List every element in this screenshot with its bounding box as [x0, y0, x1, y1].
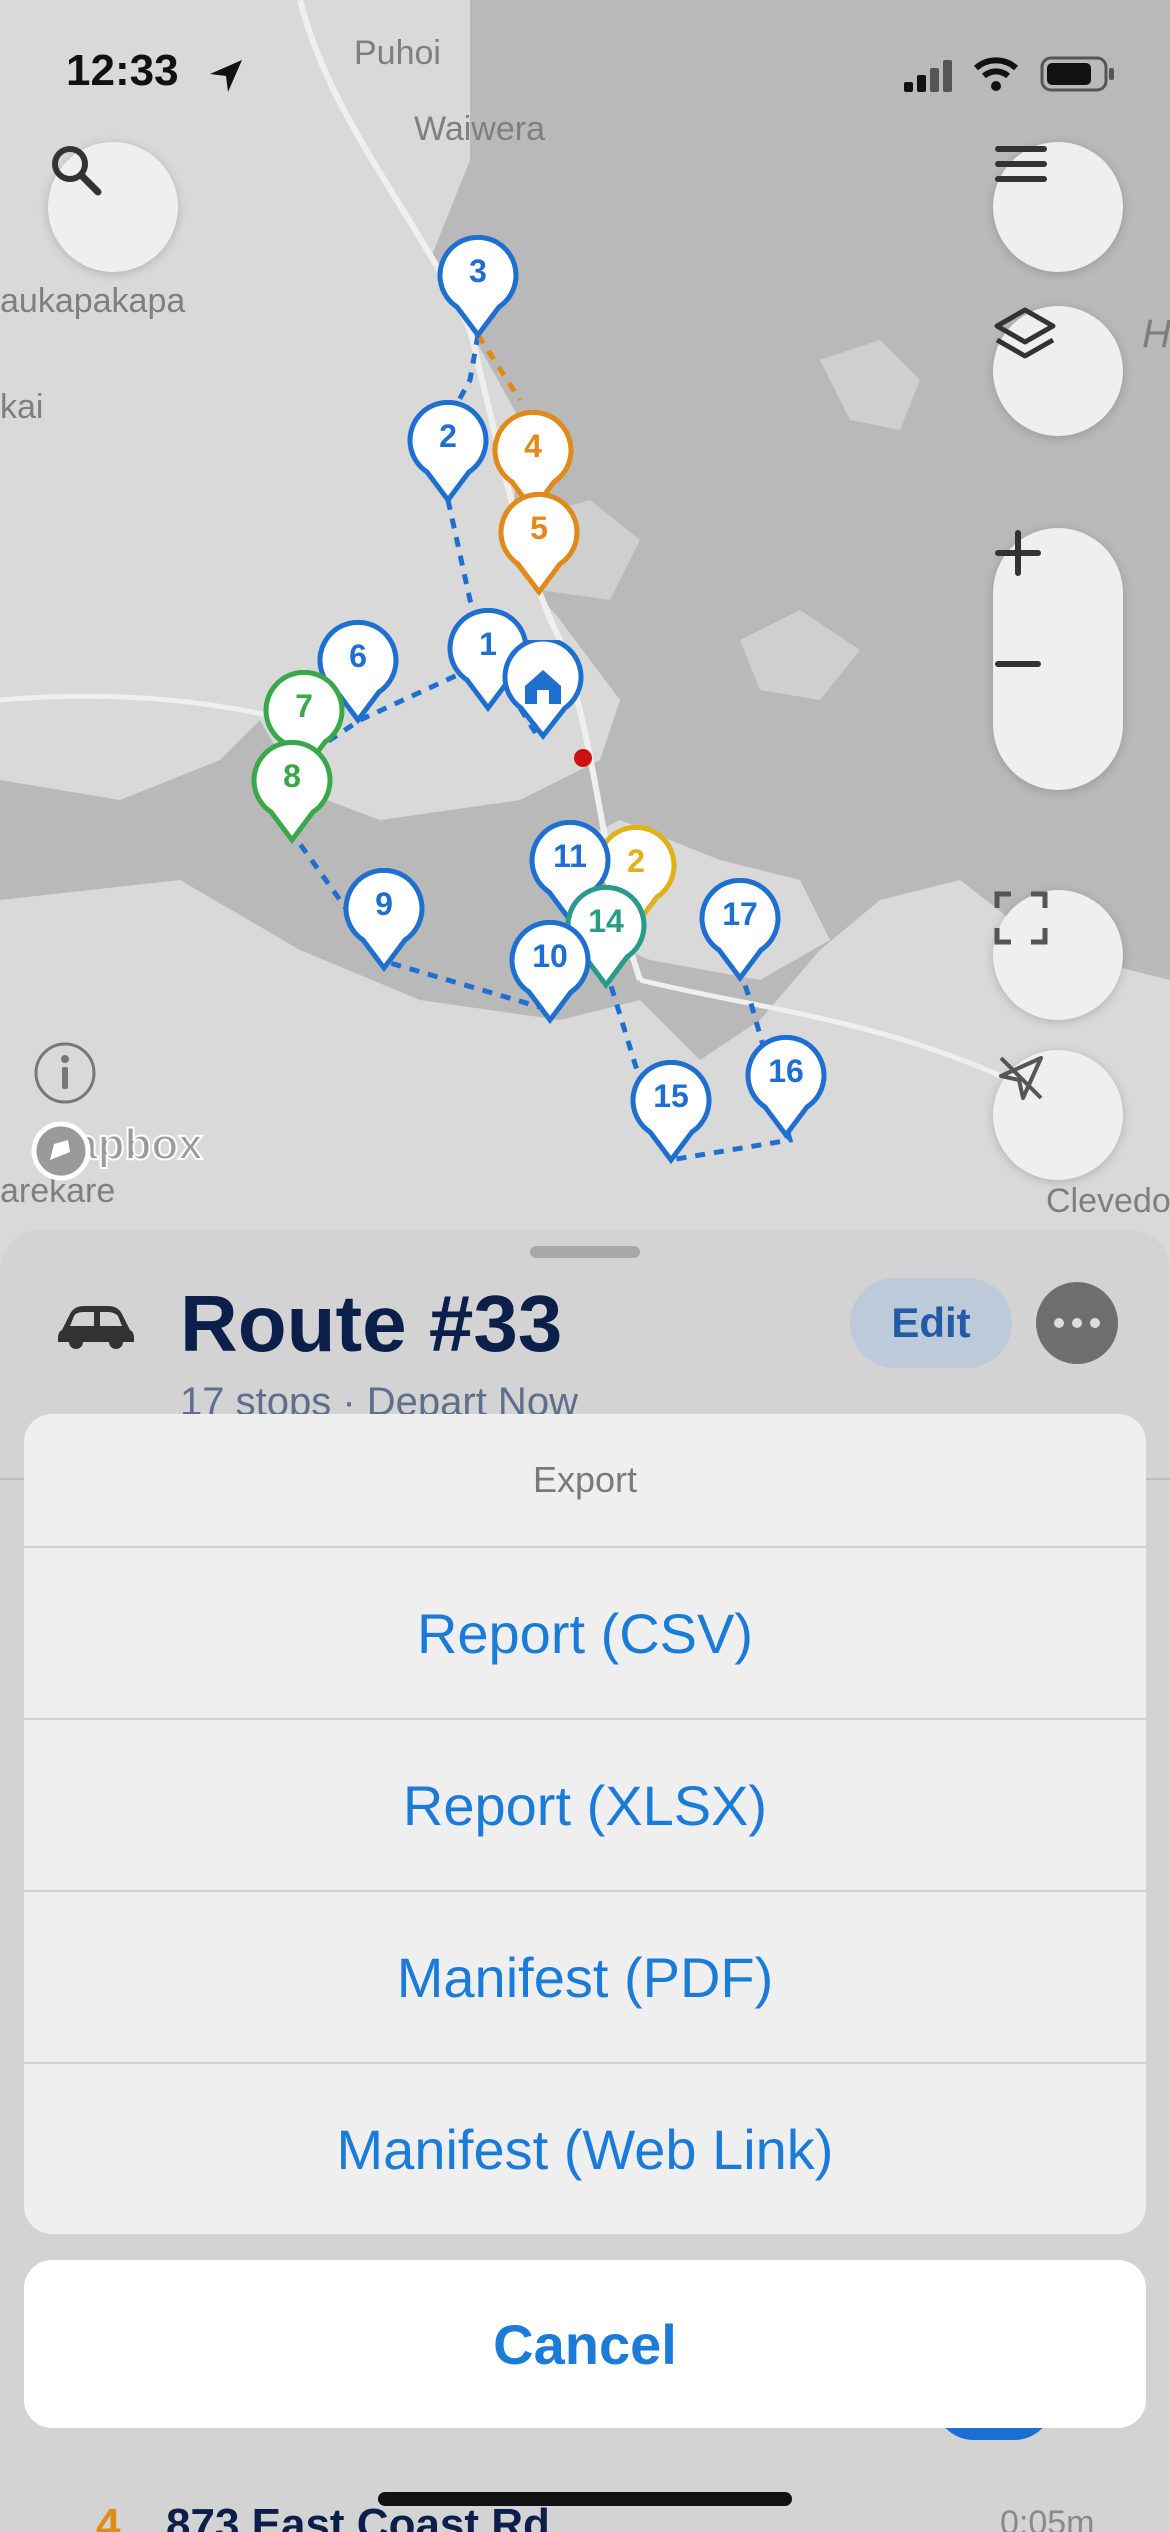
route-title: Route #33: [180, 1279, 563, 1368]
mapbox-logo-icon: [31, 1121, 91, 1181]
map-place-label: Waiwera: [414, 110, 545, 148]
cancel-button[interactable]: Cancel: [24, 2260, 1146, 2428]
action-sheet-title: Export: [532, 1459, 638, 1500]
home-marker[interactable]: [501, 640, 585, 740]
mapbox-logo: mapbox: [30, 1119, 204, 1181]
map-place-label: Puhoi: [354, 34, 441, 72]
marker-label: 3: [469, 253, 487, 289]
map-place-label: H: [1142, 312, 1170, 356]
home-indicator: [378, 2492, 792, 2506]
fullscreen-icon: [994, 891, 1048, 945]
map-place-label: Clevedo: [1046, 1182, 1170, 1220]
route-stop-marker[interactable]: 16: [741, 1035, 831, 1139]
menu-icon: [995, 146, 1047, 182]
marker-label: 8: [283, 758, 301, 794]
route-stop-marker[interactable]: 3: [433, 235, 523, 339]
search-icon: [52, 146, 102, 196]
marker-label: 4: [524, 428, 542, 464]
cellular-signal-icon: [904, 60, 952, 92]
ellipsis-icon: [1054, 1318, 1100, 1328]
export-action-sheet: Export Report (CSV) Report (XLSX) Manife…: [24, 1414, 1146, 2234]
zoom-control: [993, 528, 1123, 790]
more-button[interactable]: [1036, 1282, 1118, 1364]
search-button[interactable]: [48, 142, 178, 272]
route-stop-marker[interactable]: 10: [505, 920, 595, 1024]
marker-label: 7: [295, 688, 313, 724]
export-web-link-option[interactable]: Manifest (Web Link): [24, 2062, 1146, 2234]
layers-icon: [994, 307, 1056, 359]
wifi-icon: [974, 57, 1018, 91]
marker-label: 15: [653, 1078, 689, 1114]
battery-icon: [1040, 56, 1114, 92]
minus-icon: [995, 661, 1041, 667]
car-icon: [58, 1306, 134, 1349]
fullscreen-button[interactable]: [993, 890, 1123, 1020]
route-stop-marker[interactable]: 15: [626, 1060, 716, 1164]
zoom-in-button[interactable]: [993, 528, 1123, 659]
location-arrow-icon: [210, 60, 242, 92]
layers-button[interactable]: [993, 306, 1123, 436]
sheet-grabber[interactable]: [530, 1246, 640, 1258]
home-icon: [502, 640, 584, 740]
info-icon[interactable]: [32, 1040, 98, 1106]
marker-label: 11: [553, 838, 587, 874]
export-pdf-manifest-option[interactable]: Manifest (PDF): [24, 1890, 1146, 2063]
marker-label: 2: [439, 418, 457, 454]
map-place-label: kai: [0, 388, 44, 426]
map-view[interactable]: Puhoi Waiwera aukapakapa kai arekare Cle…: [0, 0, 1170, 1270]
zoom-out-button[interactable]: [993, 659, 1123, 790]
route-stop-marker[interactable]: 5: [494, 492, 584, 596]
route-stop-marker[interactable]: 17: [695, 878, 785, 982]
recenter-button[interactable]: [993, 1050, 1123, 1180]
marker-label: 17: [722, 896, 758, 932]
route-stop-marker[interactable]: 9: [339, 868, 429, 972]
edit-button[interactable]: Edit: [850, 1278, 1012, 1368]
stop-number: 4: [96, 2500, 121, 2532]
route-stop-marker[interactable]: 8: [247, 740, 337, 844]
map-place-label: aukapakapa: [0, 282, 186, 320]
navigation-off-icon: [999, 1056, 1043, 1100]
export-csv-option[interactable]: Report (CSV): [24, 1546, 1146, 1719]
marker-label: 5: [530, 510, 548, 546]
status-time: 12:33: [66, 46, 179, 95]
menu-button[interactable]: [993, 142, 1123, 272]
route-stop-marker[interactable]: 2: [403, 400, 493, 504]
marker-label: 10: [532, 938, 568, 974]
stop-time: 0:05m: [1000, 2504, 1095, 2532]
plus-icon: [995, 530, 1041, 576]
export-xlsx-option[interactable]: Report (XLSX): [24, 1718, 1146, 1891]
marker-label: 9: [375, 886, 393, 922]
marker-label: 16: [768, 1053, 804, 1089]
